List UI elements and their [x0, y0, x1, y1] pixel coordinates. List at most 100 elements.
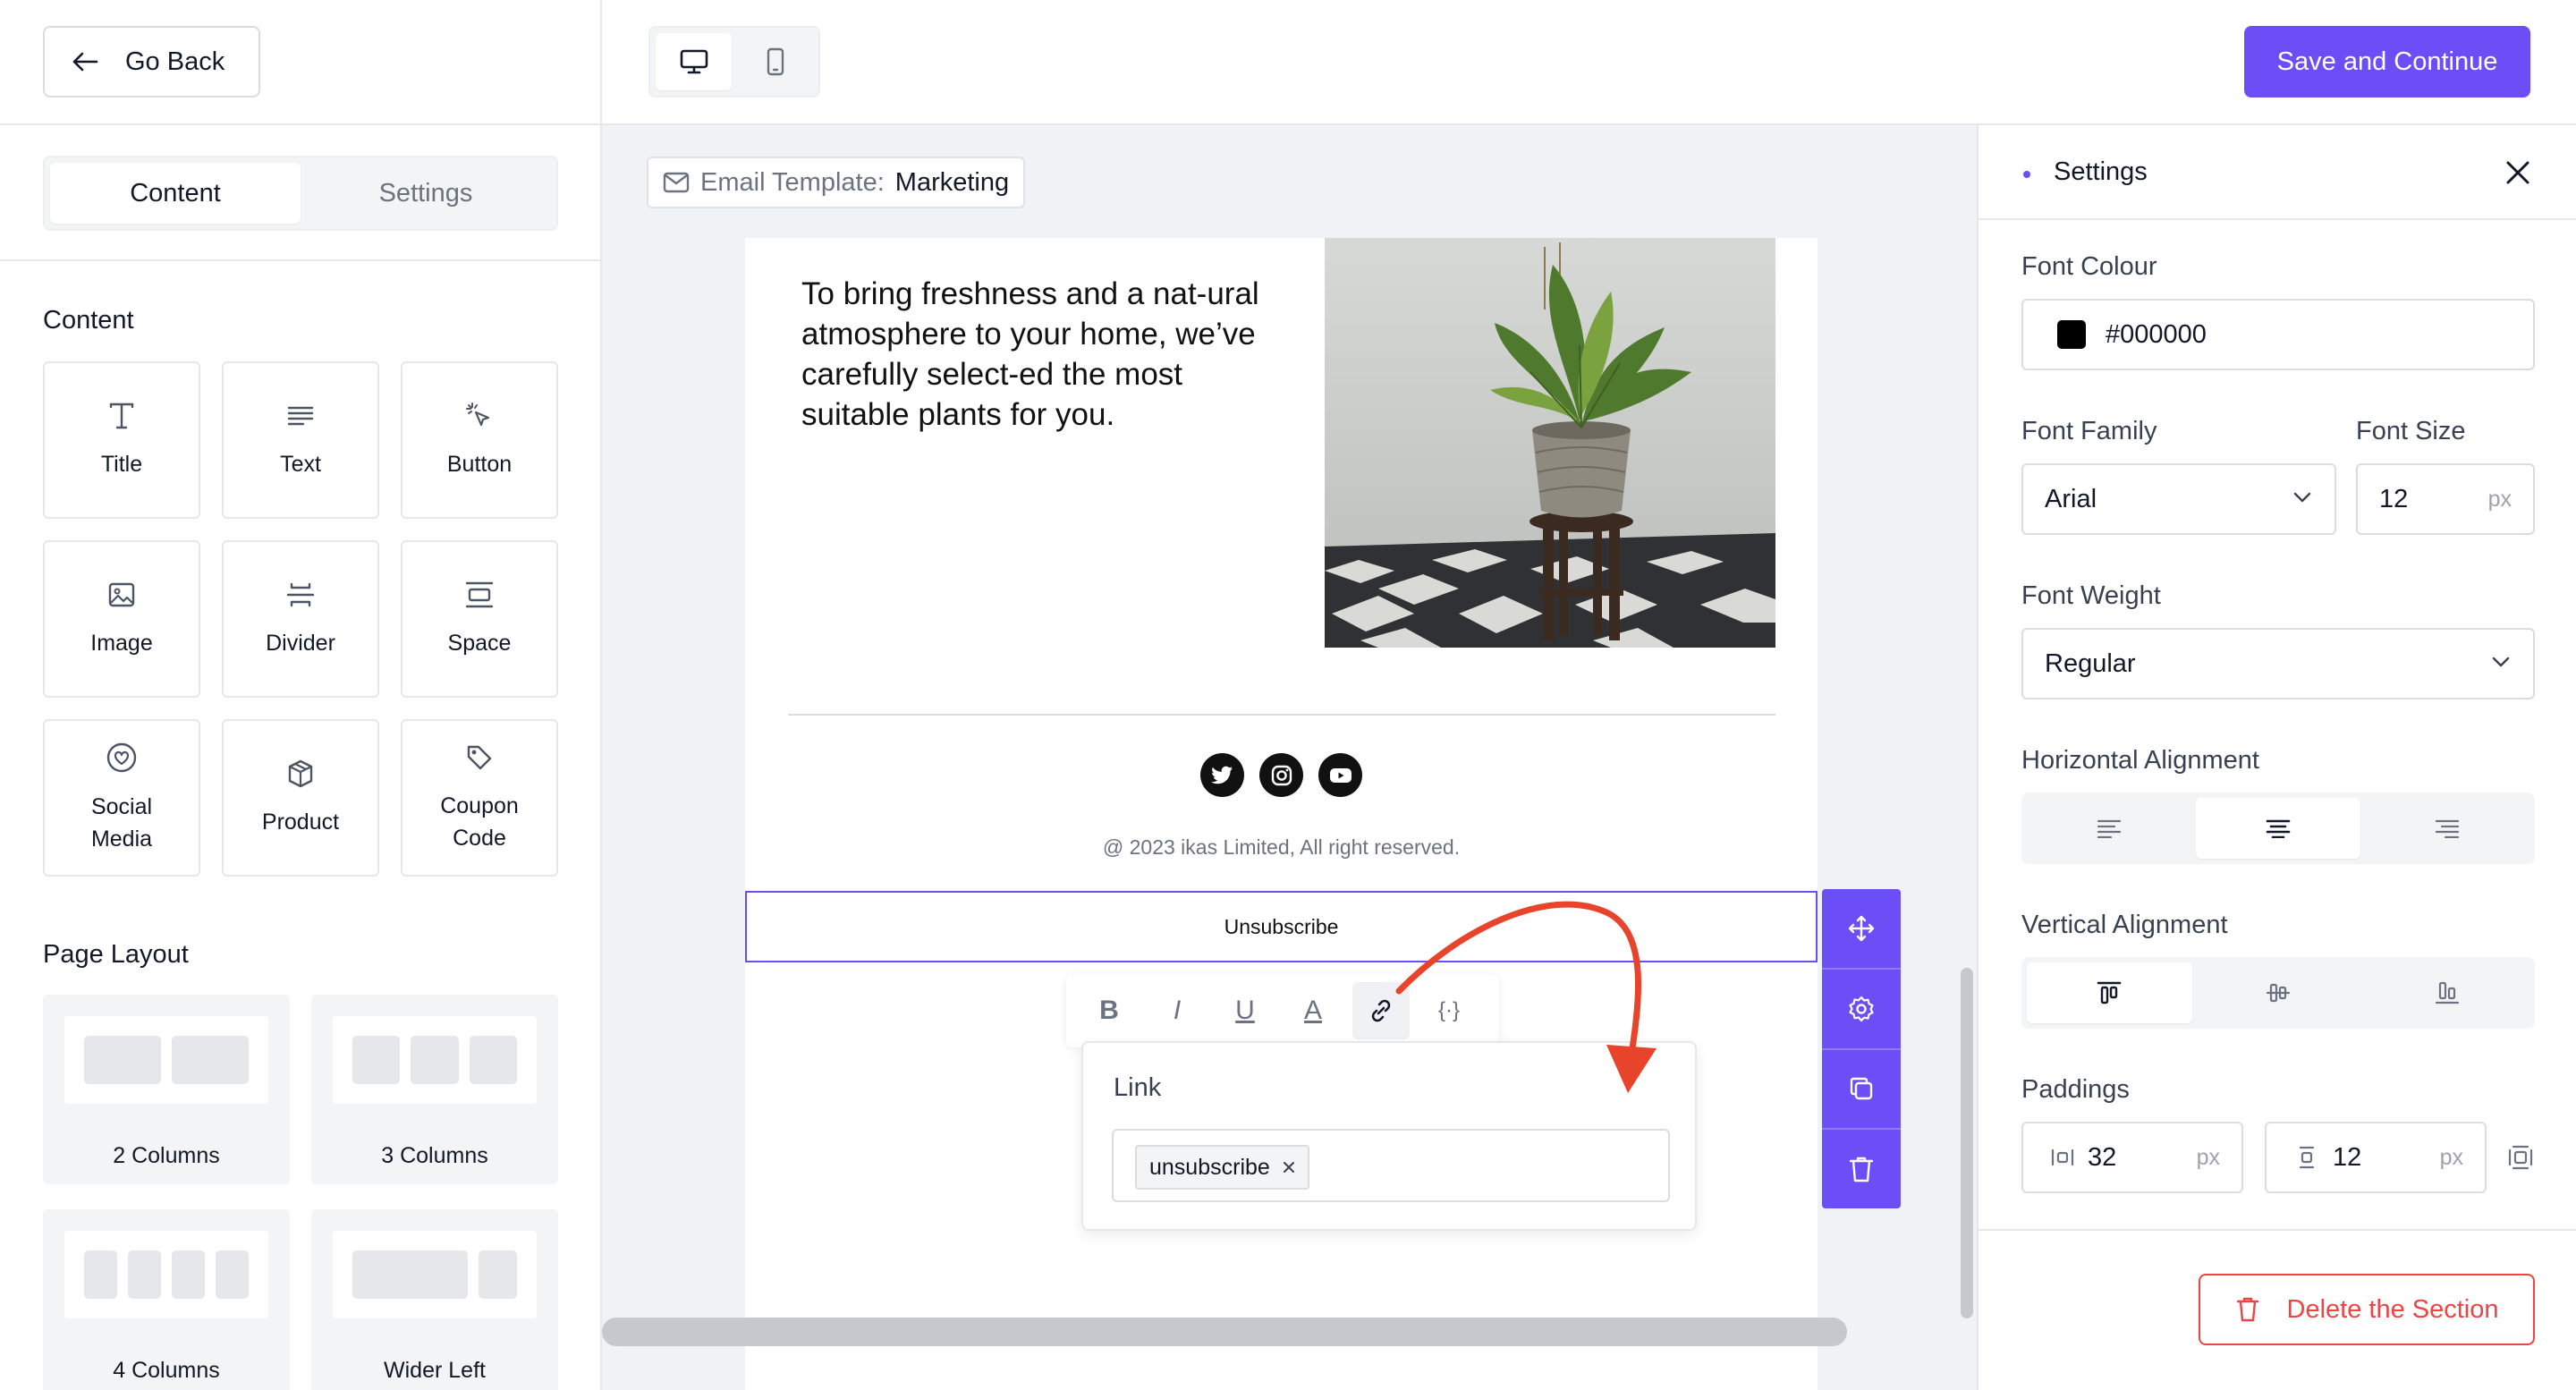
- content-item-space[interactable]: Space: [401, 540, 558, 698]
- font-size-unit: px: [2487, 486, 2512, 512]
- email-body-text[interactable]: To bring freshness and a nat-ural atmosp…: [801, 274, 1267, 435]
- bold-button[interactable]: B: [1080, 982, 1138, 1039]
- settings-header: Settings: [1979, 125, 2576, 220]
- font-colour-field[interactable]: #000000: [2021, 299, 2535, 370]
- content-item-social-media[interactable]: Social Media: [43, 719, 200, 877]
- colour-swatch[interactable]: [2057, 320, 2086, 349]
- desktop-view-button[interactable]: [656, 33, 732, 90]
- layout-wider-left[interactable]: Wider Left: [311, 1209, 558, 1390]
- layout-block: [84, 1250, 117, 1299]
- content-item-text[interactable]: Text: [222, 361, 379, 519]
- paddings-label: Paddings: [2021, 1075, 2130, 1104]
- content-item-product[interactable]: Product: [222, 719, 379, 877]
- underline-button[interactable]: U: [1216, 982, 1274, 1039]
- youtube-icon[interactable]: [1318, 753, 1362, 797]
- desktop-icon: [679, 47, 709, 76]
- content-item-label: Button: [446, 452, 513, 477]
- content-item-label: Title: [100, 452, 143, 477]
- go-back-button[interactable]: Go Back: [43, 26, 260, 97]
- plant-image[interactable]: [1325, 238, 1775, 648]
- save-and-continue-button[interactable]: Save and Continue: [2244, 26, 2530, 97]
- image-icon: [106, 579, 138, 611]
- content-item-image[interactable]: Image: [43, 540, 200, 698]
- padding-vertical-input[interactable]: 12 px: [2265, 1122, 2487, 1193]
- content-item-label: Divider: [266, 631, 335, 656]
- close-icon[interactable]: [1283, 1161, 1295, 1174]
- horizontal-scrollbar[interactable]: [602, 1318, 1847, 1346]
- align-bottom-button[interactable]: [2364, 962, 2529, 1023]
- tab-settings[interactable]: Settings: [301, 163, 551, 224]
- padding-all-sides-icon[interactable]: [2508, 1145, 2533, 1170]
- font-family-label: Font Family: [2021, 417, 2157, 445]
- content-item-coupon-code[interactable]: Coupon Code: [401, 719, 558, 877]
- delete-section-button[interactable]: Delete the Section: [2199, 1274, 2535, 1345]
- font-weight-select[interactable]: Regular: [2021, 628, 2535, 699]
- content-section-title: Content: [43, 306, 134, 335]
- align-middle-icon: [2265, 980, 2292, 1005]
- font-size-value: 12: [2379, 484, 2409, 513]
- font-colour-label: Font Colour: [2021, 252, 2157, 281]
- italic-button[interactable]: I: [1148, 982, 1206, 1039]
- align-left-button[interactable]: [2027, 798, 2192, 859]
- layout-4-columns[interactable]: 4 Columns: [43, 1209, 290, 1390]
- space-icon: [463, 579, 496, 611]
- content-item-button[interactable]: Button: [401, 361, 558, 519]
- link-popup-title: Link: [1114, 1073, 1162, 1102]
- social-icons-row: [745, 753, 1818, 797]
- layout-label: 2 Columns: [113, 1143, 220, 1168]
- content-item-label: Space: [447, 631, 512, 656]
- email-template-chip: Email Template: Marketing: [647, 157, 1026, 208]
- duplicate-section-button[interactable]: [1822, 1050, 1901, 1131]
- layout-block: [172, 1036, 249, 1084]
- settings-title: Settings: [2054, 157, 2148, 186]
- layout-label: Wider Left: [384, 1358, 486, 1383]
- layout-block: [352, 1036, 401, 1084]
- layout-2-columns[interactable]: 2 Columns: [43, 995, 290, 1184]
- page-layout-grid: 2 Columns 3 Columns 4 Columns Wider Left: [43, 995, 558, 1390]
- close-icon[interactable]: [2504, 159, 2531, 186]
- email-divider-line: [788, 714, 1775, 716]
- coupon-tag-icon: [463, 742, 496, 774]
- mobile-view-button[interactable]: [737, 33, 813, 90]
- instagram-icon[interactable]: [1259, 753, 1303, 797]
- content-item-divider[interactable]: Divider: [222, 540, 379, 698]
- link-tag-chip[interactable]: unsubscribe: [1135, 1145, 1309, 1190]
- font-size-input[interactable]: 12 px: [2356, 463, 2535, 535]
- page-layout-title: Page Layout: [43, 940, 189, 969]
- button-pointer-icon: [463, 400, 496, 432]
- content-item-label: Coupon Code: [440, 793, 519, 851]
- align-middle-button[interactable]: [2196, 962, 2361, 1023]
- padding-horizontal-input[interactable]: 32 px: [2021, 1122, 2243, 1193]
- arrow-left-icon: [72, 51, 98, 72]
- left-panel-tabs: Content Settings: [43, 156, 558, 231]
- layout-preview: [64, 1231, 268, 1318]
- move-section-button[interactable]: [1822, 889, 1901, 970]
- section-settings-button[interactable]: [1822, 970, 1901, 1050]
- align-center-button[interactable]: [2195, 798, 2361, 859]
- tab-content[interactable]: Content: [50, 163, 301, 224]
- font-family-select[interactable]: Arial: [2021, 463, 2336, 535]
- left-panel-header: Go Back: [0, 0, 600, 125]
- font-size-label: Font Size: [2356, 417, 2466, 445]
- link-input[interactable]: unsubscribe: [1112, 1129, 1670, 1202]
- align-right-icon: [2435, 818, 2460, 838]
- align-right-button[interactable]: [2364, 798, 2529, 859]
- twitter-icon[interactable]: [1200, 753, 1244, 797]
- content-item-label: Text: [280, 452, 321, 477]
- text-color-button[interactable]: A: [1284, 982, 1342, 1039]
- padding-horizontal-value: 32: [2088, 1142, 2117, 1172]
- font-weight-label: Font Weight: [2021, 581, 2161, 610]
- left-panel-divider: [0, 259, 602, 261]
- padding-vertical-value: 12: [2333, 1142, 2362, 1172]
- unsubscribe-text[interactable]: Unsubscribe: [1224, 915, 1339, 939]
- delete-section-tool-button[interactable]: [1822, 1130, 1901, 1208]
- mobile-icon: [765, 47, 786, 76]
- text-icon: [284, 400, 317, 432]
- vertical-alignment-label: Vertical Alignment: [2021, 911, 2228, 939]
- copyright-text: @ 2023 ikas Limited, All right reserved.: [1102, 835, 1461, 859]
- vertical-scrollbar[interactable]: [1961, 968, 1973, 1318]
- layout-label: 4 Columns: [113, 1358, 220, 1383]
- layout-3-columns[interactable]: 3 Columns: [311, 995, 558, 1184]
- content-item-title[interactable]: Title: [43, 361, 200, 519]
- align-top-button[interactable]: [2027, 962, 2192, 1023]
